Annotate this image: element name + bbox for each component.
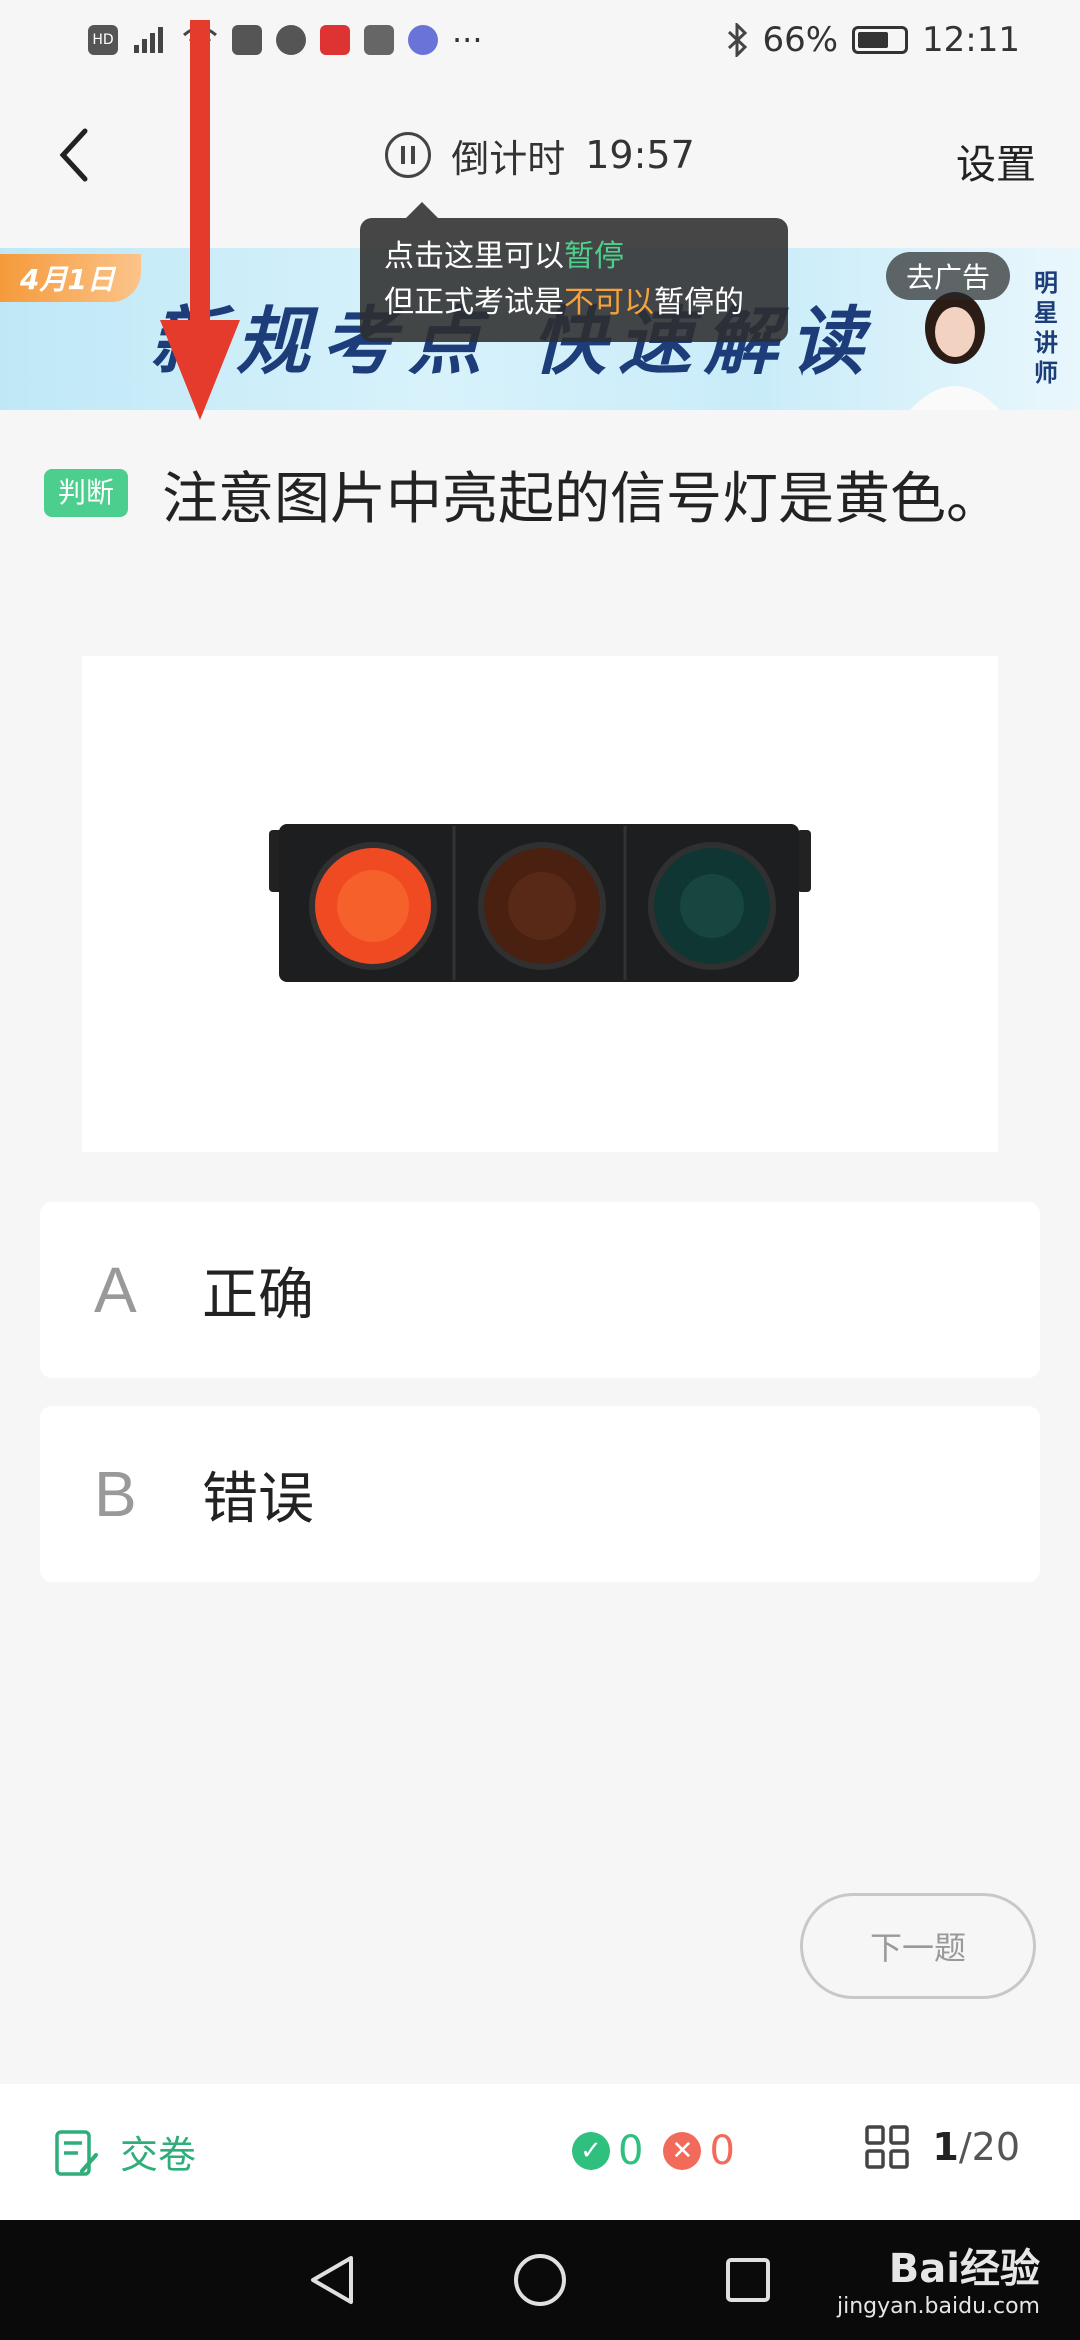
wrong-count: ✕ 0: [663, 2128, 735, 2174]
watermark: Bai经验 jingyan.baidu.com: [836, 2246, 1040, 2319]
battery-percent: 66%: [762, 20, 839, 60]
tooltip-line-2: 但正式考试是不可以暂停的: [384, 285, 744, 320]
x-circle-icon: ✕: [663, 2132, 702, 2170]
bluetooth-icon: [728, 23, 748, 57]
browser-app-icon: [276, 25, 306, 55]
pause-icon[interactable]: [385, 132, 432, 178]
correct-count: ✓ 0: [572, 2128, 643, 2174]
back-button[interactable]: [40, 120, 110, 190]
annotation-arrow-icon: [160, 20, 240, 420]
question-text: 注意图片中亮起的信号灯是黄色。: [162, 467, 1003, 532]
banner-date: 4月1日: [0, 254, 141, 302]
remove-ad-button[interactable]: 去广告: [885, 252, 1010, 300]
battery-icon: [852, 26, 909, 54]
option-b[interactable]: B 错误: [40, 1406, 1040, 1582]
countdown-timer[interactable]: 倒计时 19:57: [385, 128, 695, 183]
option-letter: B: [94, 1458, 137, 1530]
clock: 12:11: [922, 20, 1020, 60]
pause-tooltip: 点击这里可以暂停 但正式考试是不可以暂停的: [360, 202, 788, 342]
submit-paper-icon: [55, 2129, 98, 2176]
more-notifications-icon: ···: [452, 21, 483, 59]
progress-text: 1/20: [932, 2125, 1020, 2169]
translate-app-icon: [364, 25, 394, 55]
option-a[interactable]: A 正确: [40, 1202, 1040, 1378]
grid-icon: [865, 2125, 910, 2169]
status-right: 66% 12:11: [726, 20, 1020, 60]
bottom-toolbar: 交卷 ✓ 0 ✕ 0 1/20: [0, 2084, 1080, 2220]
question-progress-button[interactable]: 1/20: [864, 2124, 1020, 2170]
question-stem: 判断 注意图片中亮起的信号灯是黄色。: [44, 458, 1044, 542]
submit-exam-button[interactable]: 交卷: [54, 2124, 196, 2179]
option-letter: A: [94, 1254, 137, 1326]
timer-label: 倒计时: [451, 136, 566, 181]
question-type-badge: 判断: [44, 468, 129, 517]
banner-side-text: 明 星 讲 师: [1034, 269, 1058, 387]
settings-button[interactable]: 设置: [956, 132, 1036, 190]
instructor-photo-icon: [910, 292, 1000, 410]
option-text: 正确: [202, 1262, 314, 1328]
timer-value: 19:57: [585, 133, 695, 177]
reader-app-icon: [320, 25, 350, 55]
traffic-light-icon: [269, 824, 811, 982]
nav-recents-icon[interactable]: [723, 2255, 773, 2305]
submit-label: 交卷: [120, 2133, 197, 2177]
hd-icon: HD: [88, 25, 118, 55]
question-image[interactable]: [82, 656, 998, 1152]
answer-stats: ✓ 0 ✕ 0: [572, 2128, 735, 2174]
tooltip-line-1: 点击这里可以暂停: [384, 239, 624, 274]
nav-home-icon[interactable]: [512, 2252, 568, 2308]
nav-back-icon[interactable]: [307, 2252, 357, 2308]
check-circle-icon: ✓: [572, 2132, 610, 2170]
chevron-left-icon: [59, 128, 88, 182]
next-question-button[interactable]: 下一题: [800, 1893, 1036, 1999]
music-app-icon: [408, 25, 438, 55]
option-text: 错误: [202, 1466, 314, 1532]
